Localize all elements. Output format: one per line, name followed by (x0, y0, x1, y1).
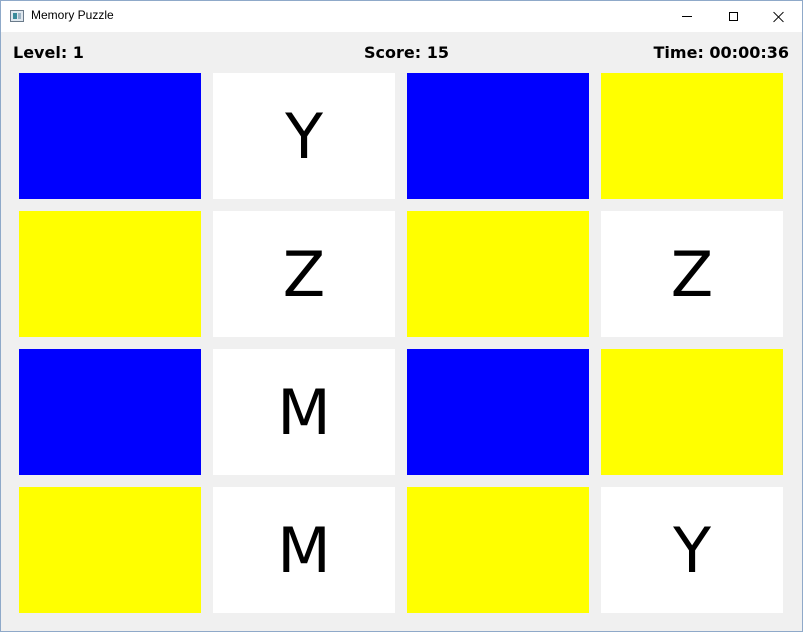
maximize-icon (728, 12, 738, 21)
card-hidden[interactable] (407, 73, 589, 199)
close-icon (773, 11, 785, 23)
card-revealed[interactable]: M (213, 487, 395, 613)
card-hidden[interactable] (601, 73, 783, 199)
minimize-button[interactable] (664, 1, 710, 32)
card-hidden[interactable] (19, 211, 201, 337)
card-letter: Y (285, 99, 323, 173)
card-letter: M (277, 375, 331, 449)
time-label: Time: 00:00:36 (653, 43, 789, 62)
minimize-icon (682, 16, 692, 17)
card-revealed[interactable]: Z (213, 211, 395, 337)
card-revealed[interactable]: Z (601, 211, 783, 337)
close-button[interactable] (756, 1, 802, 32)
app-window-icon (10, 10, 24, 22)
level-label: Level: 1 (13, 43, 84, 62)
card-hidden[interactable] (19, 487, 201, 613)
app-window: Memory Puzzle Level: 1 Score: 15 Time: 0… (0, 0, 803, 632)
maximize-button[interactable] (710, 1, 756, 32)
title-bar[interactable]: Memory Puzzle (1, 1, 802, 32)
card-hidden[interactable] (601, 349, 783, 475)
card-hidden[interactable] (407, 211, 589, 337)
card-letter: Z (282, 237, 326, 311)
card-hidden[interactable] (19, 73, 201, 199)
card-hidden[interactable] (407, 349, 589, 475)
window-title: Memory Puzzle (31, 8, 114, 22)
card-letter: Y (673, 513, 711, 587)
card-revealed[interactable]: Y (601, 487, 783, 613)
card-hidden[interactable] (19, 349, 201, 475)
score-label: Score: 15 (364, 43, 449, 62)
card-revealed[interactable]: M (213, 349, 395, 475)
card-letter: Z (670, 237, 714, 311)
card-hidden[interactable] (407, 487, 589, 613)
card-letter: M (277, 513, 331, 587)
card-revealed[interactable]: Y (213, 73, 395, 199)
